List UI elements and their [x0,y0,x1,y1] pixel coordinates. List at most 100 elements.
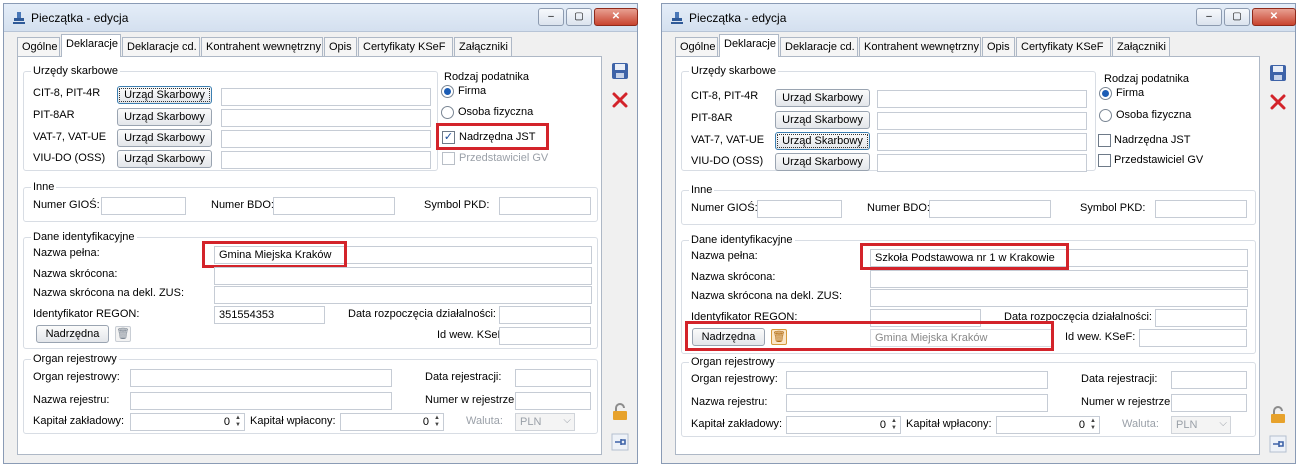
ksef-field[interactable] [1139,329,1247,347]
tab-ogolne[interactable]: Ogólne [17,37,60,56]
firma-radio[interactable] [441,85,454,98]
save-icon[interactable] [1268,63,1288,83]
numer-rejestru-field[interactable] [1171,394,1247,412]
nazwa-rejestru-field[interactable] [786,394,1048,412]
kapital-wplacony-spinner[interactable]: 0 ▲ ▼ [996,416,1100,434]
urzad-vat7-field[interactable] [221,130,431,148]
urzad-pit8ar-field[interactable] [877,112,1087,130]
pin-icon[interactable] [610,432,630,452]
urzad-skarbowy-viudo-button[interactable]: Urząd Skarbowy [117,150,212,168]
urzad-cit8-field[interactable] [877,90,1087,108]
nadrzedna-jst-checkbox[interactable] [1098,134,1111,147]
tab-deklaracje[interactable]: Deklaracje [61,34,121,57]
tab-deklaracje-cd[interactable]: Deklaracje cd. [780,37,858,56]
bdo-field[interactable] [929,200,1051,218]
urzad-skarbowy-cit8-button[interactable]: Urząd Skarbowy [775,89,870,107]
tab-opis[interactable]: Opis [982,37,1015,56]
tab-deklaracje-cd[interactable]: Deklaracje cd. [122,37,200,56]
kapital-zakladowy-spinner[interactable]: 0 ▲ ▼ [786,416,901,434]
kapital-zakladowy-label: Kapitał zakładowy: [33,415,125,427]
minimize-button[interactable]: ‒ [538,8,564,26]
urzad-cit8-field[interactable] [221,88,431,106]
urzad-viudo-field[interactable] [221,151,431,169]
organ-label: Organ rejestrowy: [691,373,778,385]
waluta-select[interactable]: PLN ⌵ [1171,416,1231,434]
kapital-zakladowy-spinner[interactable]: 0 ▲ ▼ [130,413,245,431]
nadrzedna-button[interactable]: Nadrzędna [36,325,109,343]
chevron-down-icon: ⌵ [563,415,571,426]
urzad-viudo-field[interactable] [877,154,1087,172]
gios-field[interactable] [757,200,842,218]
minimize-button[interactable]: ‒ [1196,8,1222,26]
urzad-skarbowy-pit8ar-button[interactable]: Urząd Skarbowy [117,108,212,126]
urzad-skarbowy-cit8-button[interactable]: Urząd Skarbowy [117,86,212,104]
vat7-label: VAT-7, VAT-UE [33,131,107,143]
pkd-field[interactable] [1155,200,1247,218]
tab-certyfikaty-ksef[interactable]: Certyfikaty KSeF [1016,37,1111,56]
maximize-button[interactable]: ▢ [566,8,592,26]
highlight-box [202,241,347,268]
tab-kontrahent-wewnetrzny[interactable]: Kontrahent wewnętrzny [201,37,323,56]
przedstawiciel-checkbox[interactable] [1098,154,1111,167]
nazwa-zus-field[interactable] [214,286,592,304]
rodzaj-title: Rodzaj podatnika [444,71,530,83]
data-rozpoczecia-label: Data rozpoczęcia działalności: [348,308,496,320]
urzad-pit8ar-field[interactable] [221,109,431,127]
organ-field[interactable] [130,369,392,387]
highlight-box [685,321,1054,351]
tab-ogolne[interactable]: Ogólne [675,37,718,56]
tab-kontrahent-wewnetrzny[interactable]: Kontrahent wewnętrzny [859,37,981,56]
group-title: Urzędy skarbowe [31,65,120,77]
pit8ar-label: PIT-8AR [33,109,75,121]
urzad-skarbowy-pit8ar-button[interactable]: Urząd Skarbowy [775,111,870,129]
organ-field[interactable] [786,371,1048,389]
group-title: Inne [689,184,715,196]
nazwa-skrocona-field[interactable] [214,267,592,285]
tab-zalaczniki[interactable]: Załączniki [1112,37,1170,56]
osoba-radio[interactable] [1099,109,1112,122]
close-button[interactable]: ✕ [594,8,638,26]
spinner-arrows-icon[interactable]: ▲ ▼ [889,418,899,432]
tab-certyfikaty-ksef[interactable]: Certyfikaty KSeF [358,37,453,56]
waluta-select[interactable]: PLN ⌵ [515,413,575,431]
regon-field[interactable]: 351554353 [214,306,325,324]
pin-icon[interactable] [1268,434,1288,454]
numer-rejestru-field[interactable] [515,392,591,410]
nazwa-zus-label: Nazwa skrócona na dekl. ZUS: [691,290,843,302]
firma-radio[interactable] [1099,87,1112,100]
gios-field[interactable] [101,197,186,215]
data-rozpoczecia-field[interactable] [1155,309,1247,327]
nazwa-rejestru-field[interactable] [130,392,392,410]
data-rejestracji-field[interactable] [515,369,591,387]
lock-icon[interactable] [1268,405,1288,425]
tab-zalaczniki[interactable]: Załączniki [454,37,512,56]
cancel-icon[interactable] [610,90,630,110]
spinner-arrows-icon[interactable]: ▲ ▼ [432,415,442,429]
spinner-arrows-icon[interactable]: ▲ ▼ [233,415,243,429]
maximize-button[interactable]: ▢ [1224,8,1250,26]
nazwa-zus-field[interactable] [870,289,1248,307]
spinner-arrows-icon[interactable]: ▲ ▼ [1088,418,1098,432]
urzad-vat7-field[interactable] [877,133,1087,151]
nazwa-skrocona-field[interactable] [870,270,1248,288]
urzad-skarbowy-vat7-button[interactable]: Urząd Skarbowy [117,129,212,147]
urzad-skarbowy-viudo-button[interactable]: Urząd Skarbowy [775,153,870,171]
data-rejestracji-field[interactable] [1171,371,1247,389]
osoba-radio[interactable] [441,106,454,119]
data-rozpoczecia-field[interactable] [499,306,591,324]
bdo-field[interactable] [273,197,395,215]
trash-icon[interactable]: 🗑 [115,326,131,342]
save-icon[interactable] [610,61,630,81]
urzad-skarbowy-vat7-button[interactable]: Urząd Skarbowy [775,132,870,150]
group-title: Organ rejestrowy [31,353,119,365]
kapital-wplacony-spinner[interactable]: 0 ▲ ▼ [340,413,444,431]
tab-opis[interactable]: Opis [324,37,357,56]
tab-deklaracje[interactable]: Deklaracje [719,34,779,57]
lock-icon[interactable] [610,402,630,422]
close-button[interactable]: ✕ [1252,8,1296,26]
pkd-field[interactable] [499,197,591,215]
ksef-field[interactable] [499,327,591,345]
przedstawiciel-checkbox[interactable] [442,152,455,165]
cancel-icon[interactable] [1268,92,1288,112]
waluta-value: PLN [1176,419,1198,431]
